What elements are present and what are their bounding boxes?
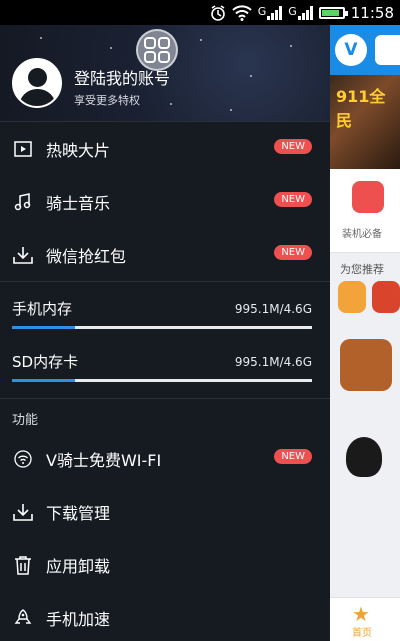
bottom-nav-home[interactable]: ★ 首页 — [330, 597, 400, 641]
avatar[interactable] — [12, 58, 62, 108]
qq-app-item[interactable] — [330, 417, 400, 507]
wifi-icon — [232, 4, 252, 21]
new-badge: NEW — [274, 192, 312, 207]
menu-item-free-wifi[interactable]: V骑士免费WI-FI NEW — [0, 432, 330, 485]
section-title-functions: 功能 — [12, 413, 39, 428]
app-icon[interactable] — [338, 281, 366, 313]
wifi-circle-icon — [12, 448, 34, 470]
menu-item-movies[interactable]: 热映大片 NEW — [0, 122, 330, 175]
storage-progress-bar — [12, 379, 312, 382]
essentials-tile[interactable]: 装机必备 — [330, 169, 400, 253]
menu-item-uninstall[interactable]: 应用卸载 — [0, 538, 330, 591]
music-note-icon — [12, 191, 34, 213]
essentials-icon — [352, 181, 384, 213]
storage-value: 995.1M/4.6G — [234, 302, 312, 316]
navigation-drawer: 登陆我的账号 享受更多特权 热映大片 NEW 骑士音乐 NEW 微信抢红包 NE… — [0, 25, 330, 641]
rocket-icon — [12, 607, 34, 629]
penguin-icon — [346, 437, 382, 477]
app-logo-icon: V — [335, 34, 367, 66]
battery-icon — [318, 6, 348, 19]
recommended-apps-row — [330, 281, 400, 321]
storage-label: SD内存卡 — [12, 353, 79, 371]
background-app-page: V 911全民 装机必备 为您推荐 ★ 首页 — [330, 25, 400, 641]
new-badge: NEW — [274, 139, 312, 154]
profile-header[interactable]: 登陆我的账号 享受更多特权 — [0, 25, 330, 122]
download-icon — [12, 501, 34, 523]
storage-progress-fill — [12, 379, 75, 382]
menu-item-music[interactable]: 骑士音乐 NEW — [0, 175, 330, 228]
essentials-label: 装机必备 — [342, 229, 382, 240]
login-subtitle: 享受更多特权 — [74, 94, 140, 107]
menu-item-label: 应用卸载 — [46, 556, 111, 576]
status-time: 11:58 — [350, 3, 394, 22]
storage-progress-bar — [12, 326, 312, 329]
storage-progress-fill — [12, 326, 75, 329]
play-icon — [12, 138, 34, 160]
menu-item-label: 下载管理 — [46, 503, 111, 523]
download-icon — [12, 244, 34, 266]
game-app-item[interactable] — [330, 321, 400, 417]
storage-sd-card[interactable]: SD内存卡 995.1M/4.6G — [0, 335, 330, 388]
search-box[interactable] — [375, 35, 400, 65]
menu-item-label: 热映大片 — [46, 140, 111, 160]
star-icon: ★ — [352, 602, 370, 626]
storage-phone[interactable]: 手机内存 995.1M/4.6G — [0, 282, 330, 335]
signal-icon: G — [258, 5, 283, 20]
status-bar: G G 11:58 — [0, 0, 400, 25]
signal-icon: G — [288, 5, 313, 20]
menu-item-label: 骑士音乐 — [46, 193, 111, 213]
menu-item-wechat-red-packet[interactable]: 微信抢红包 NEW — [0, 228, 330, 281]
banner-text: 911全民 — [336, 87, 386, 130]
nav-home-label: 首页 — [352, 628, 372, 639]
app-icon[interactable] — [372, 281, 400, 313]
storage-value: 995.1M/4.6G — [234, 355, 312, 369]
new-badge: NEW — [274, 245, 312, 260]
menu-item-label: 手机加速 — [46, 609, 111, 629]
storage-label: 手机内存 — [12, 300, 73, 318]
new-badge: NEW — [274, 449, 312, 464]
trash-icon — [12, 554, 34, 576]
app-header: V — [330, 25, 400, 75]
promo-banner[interactable]: 911全民 — [330, 75, 400, 169]
alarm-icon — [210, 4, 226, 21]
menu-item-download-manager[interactable]: 下载管理 — [0, 485, 330, 538]
menu-item-label: 微信抢红包 — [46, 246, 127, 266]
menu-item-speed-up[interactable]: 手机加速 — [0, 591, 330, 641]
game-icon — [340, 339, 392, 391]
menu-item-label: V骑士免费WI-FI — [46, 450, 162, 470]
floating-menu-button[interactable] — [136, 29, 178, 71]
recommend-heading: 为您推荐 — [340, 263, 384, 276]
